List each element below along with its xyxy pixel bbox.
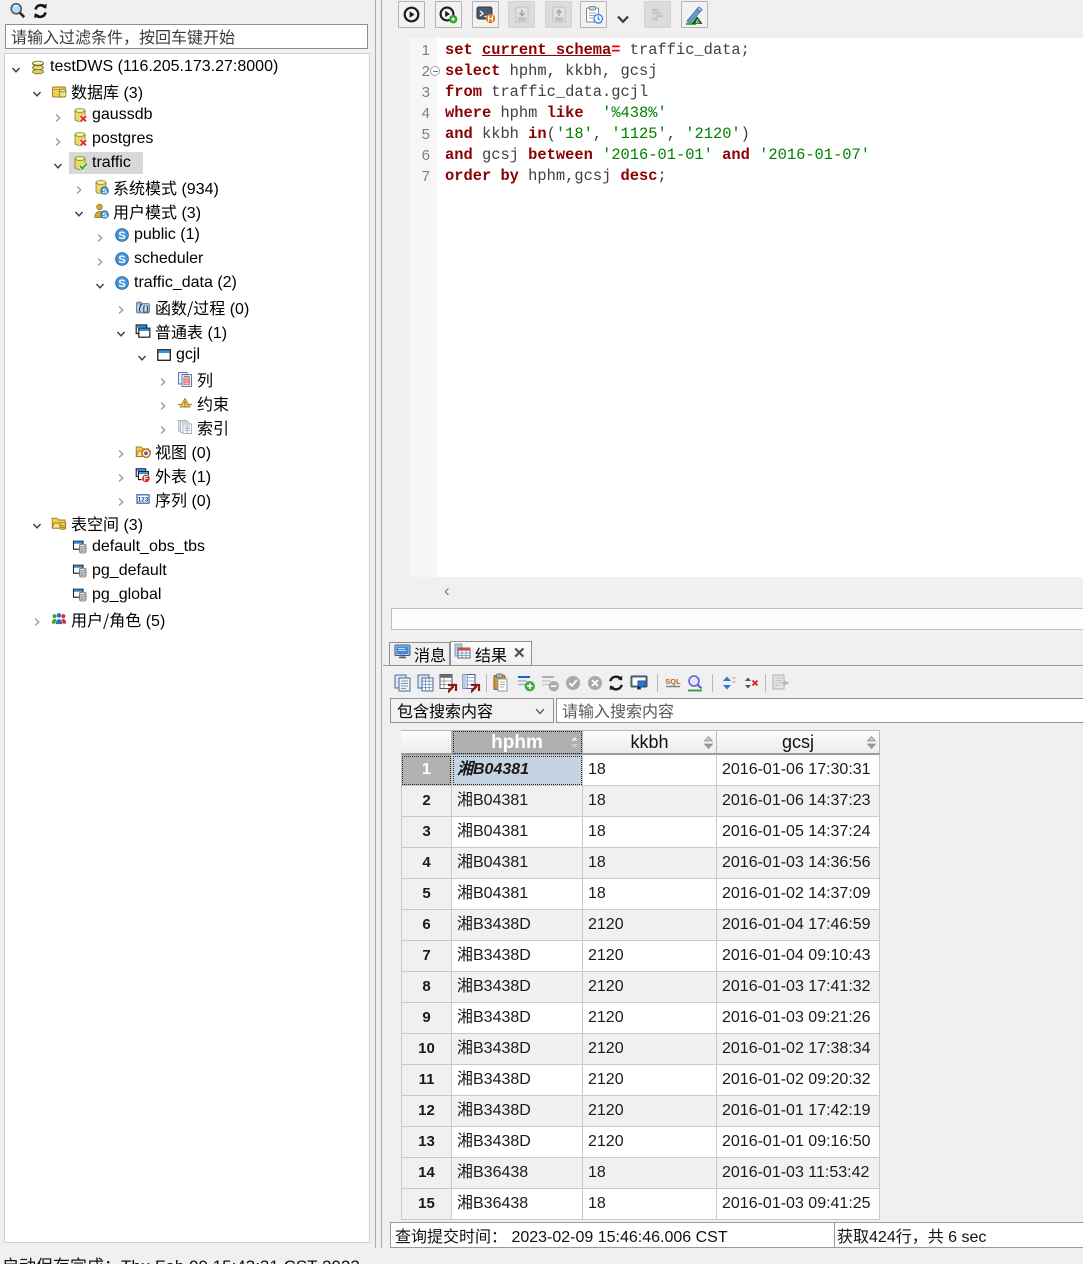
svg-text:A: A [696,19,700,25]
svg-text:S: S [118,230,125,242]
svg-text:S: S [118,278,125,290]
svg-text:SQL: SQL [665,677,681,686]
svg-text:123: 123 [138,496,149,503]
svg-text:S: S [102,186,107,195]
svg-text:S: S [102,210,107,219]
svg-text:H: H [487,14,493,24]
svg-text:S: S [118,254,125,266]
svg-text:F: F [144,476,149,483]
